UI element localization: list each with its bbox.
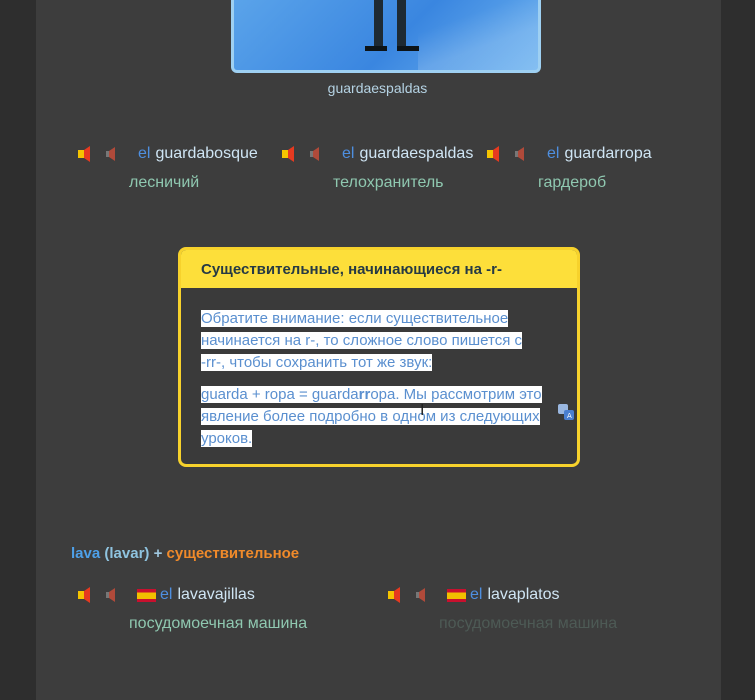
article: el [470,586,483,603]
rule-text-line: уроков. [201,430,253,447]
speaker-play-icon[interactable] [280,144,298,164]
translation: гардероб [538,174,607,191]
highlight-rr: rr [358,386,371,403]
speaker-slow-icon[interactable] [513,144,531,164]
vocab-item-guardarropa: el guardarropa гардероб [485,142,652,192]
speaker-play-icon[interactable] [485,144,503,164]
rule-text-line: явление более подробно в одном из следую… [201,408,540,425]
speaker-play-icon[interactable] [76,144,94,164]
spanish-word: guardaespaldas [359,145,474,162]
speaker-slow-icon[interactable] [104,585,122,605]
translation: телохранитель [333,174,444,191]
spain-flag-icon [137,588,156,602]
translation: посудомоечная машина [129,615,308,632]
translation: посудомоечная машина [439,615,618,632]
rule-title: Существительные, начинающиеся на -r- [181,250,577,288]
vocab-item-guardabosque: el guardabosque лесничий [76,142,258,192]
rule-text-line: начинается на r-, то сложное слово пишет… [201,332,522,349]
translation: лесничий [129,174,200,191]
article: el [160,586,173,603]
image-caption: guardaespaldas [327,80,428,96]
spain-flag-icon [447,588,466,602]
illustration-image [231,0,541,73]
rule-text-line: -rr-, чтобы сохранить тот же звук: [201,354,433,371]
article: el [138,145,151,162]
spanish-word: guardarropa [564,145,652,162]
section-heading: lava (lavar) + существительное [71,545,300,562]
spanish-word: lavaplatos [487,586,560,603]
text-cursor-icon: I [420,402,425,419]
speaker-play-icon[interactable] [386,585,404,605]
rule-text-line: guarda + ropa = guardarropa. Мы рассмотр… [201,386,542,403]
speaker-slow-icon[interactable] [308,144,326,164]
vocab-item-lavaplatos: el lavaplatos посудомоечная машина [386,583,617,633]
spanish-word: guardabosque [155,145,258,162]
vocab-item-guardaespaldas: el guardaespaldas телохранитель [280,142,473,192]
rule-text-line: Обратите внимание: если существительное [201,310,509,327]
translate-icon[interactable]: A [558,404,574,420]
svg-text:A: A [567,412,572,420]
speaker-play-icon[interactable] [76,585,94,605]
speaker-slow-icon[interactable] [414,585,432,605]
rule-text[interactable]: Обратите внимание: если существительное … [181,288,577,450]
spanish-word: lavavajillas [177,586,255,603]
article: el [547,145,560,162]
article: el [342,145,355,162]
grammar-rule-box: Существительные, начинающиеся на -r- Обр… [178,247,580,467]
vocab-item-lavavajillas: el lavavajillas посудомоечная машина [76,583,307,633]
speaker-slow-icon[interactable] [104,144,122,164]
